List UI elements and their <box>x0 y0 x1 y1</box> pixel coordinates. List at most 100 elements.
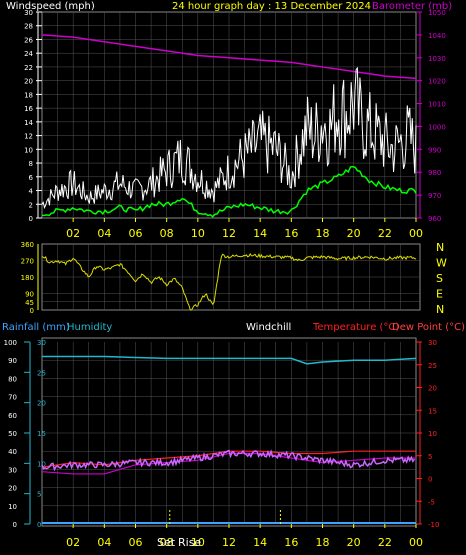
humidity-tick-label: 70 <box>8 394 17 402</box>
compass-label: W <box>436 257 447 270</box>
rainfall-tick-label: 25 <box>37 369 46 377</box>
humidity-tick-label: 90 <box>8 357 17 365</box>
humidity-tick-label: 30 <box>8 466 17 474</box>
rainfall-axis-label: Rainfall (mm) <box>2 322 70 333</box>
sunrise-label: Rise <box>178 536 201 549</box>
windspeed-tick-label: 20 <box>24 78 33 86</box>
barometer-tick-label: 1030 <box>428 55 446 63</box>
rainfall-tick-label: 20 <box>37 400 46 408</box>
hour-tick-label: 20 <box>347 227 361 240</box>
hour-tick-label: 22 <box>378 227 392 240</box>
windspeed-axis-label: Windspeed (mph) <box>6 1 95 12</box>
windspeed-tick-label: 10 <box>24 146 33 154</box>
rainfall-tick-label: 5 <box>37 491 41 499</box>
compass-label: N <box>436 303 444 316</box>
direction-tick-label: 0 <box>30 307 34 315</box>
barometer-tick-label: 1050 <box>428 9 446 17</box>
temperature-tick-label: 25 <box>428 362 437 370</box>
temperature-tick-label: 15 <box>428 407 437 415</box>
rainfall-tick-label: 0 <box>37 521 41 529</box>
windspeed-tick-label: 28 <box>24 23 33 31</box>
windspeed-tick-label: 6 <box>29 174 34 182</box>
weather-graph-canvas: Windspeed (mph) 24 hour graph day : 13 D… <box>2 1 465 549</box>
humidity-tick-label: 20 <box>8 485 17 493</box>
windspeed-tick-label: 4 <box>29 188 34 196</box>
windspeed-tick-label: 8 <box>29 160 33 168</box>
sunset-label: Set <box>157 536 176 549</box>
windspeed-tick-label: 26 <box>24 36 33 44</box>
compass-label: S <box>436 272 443 285</box>
temperature-tick-label: 30 <box>428 339 437 347</box>
humidity-tick-label: 80 <box>8 375 17 383</box>
wind-x-hour-ticks: 02 04 06 08 10 12 14 16 18 20 22 00 <box>66 218 423 240</box>
windspeed-tick-label: 0 <box>29 215 33 223</box>
barometer-tick-label: 980 <box>428 169 441 177</box>
temperature-tick-label: 0 <box>428 476 432 484</box>
hour-tick-label: 12 <box>222 227 236 240</box>
chart-title: 24 hour graph day : 13 December 2024 <box>172 1 371 12</box>
compass-label: N <box>436 241 444 254</box>
temperature-tick-label: -5 <box>428 498 435 506</box>
windspeed-tick-label: 16 <box>24 105 33 113</box>
temperature-y-ticks: -10 -5 0 5 10 15 20 25 30 <box>416 339 439 529</box>
windspeed-tick-label: 2 <box>29 201 33 209</box>
direction-tick-label: 45 <box>25 299 34 307</box>
direction-tick-label: 270 <box>21 258 34 266</box>
barometer-tick-label: 1020 <box>428 78 446 86</box>
barometer-tick-label: 1040 <box>428 32 446 40</box>
hour-tick-label: 14 <box>253 227 267 240</box>
compass-labels: NWSEN <box>436 241 447 316</box>
hour-tick-label: 16 <box>284 227 298 240</box>
hour-tick-label: 00 <box>409 227 423 240</box>
humidity-y-ticks: 0 10 20 30 40 50 60 70 80 90 100 <box>4 339 17 529</box>
barometer-y-ticks: 960 970 980 990 1000 1010 1020 1030 1040 1050 <box>416 9 446 223</box>
temperature-tick-label: 10 <box>428 430 437 438</box>
hour-tick-label: 02 <box>66 227 80 240</box>
windspeed-tick-label: 30 <box>24 9 33 17</box>
humidity-tick-label: 40 <box>8 448 17 456</box>
compass-label: E <box>436 288 443 301</box>
rainfall-tick-label: 15 <box>37 430 46 438</box>
rainfall-tick-label: 30 <box>37 339 46 347</box>
temperature-tick-label: 20 <box>428 385 437 393</box>
temperature-tick-label: -10 <box>428 521 439 529</box>
temperature-tick-label: 5 <box>428 453 432 461</box>
temperature-axis-label: Temperature (°C) <box>312 322 399 333</box>
barometer-tick-label: 990 <box>428 146 441 154</box>
dew-point-axis-label: Dew Point (°C) <box>392 322 465 333</box>
hour-tick-label: 04 <box>97 227 111 240</box>
windspeed-tick-label: 24 <box>24 50 33 58</box>
windspeed-tick-label: 12 <box>24 133 33 141</box>
hour-tick-label: 06 <box>129 227 143 240</box>
windspeed-tick-label: 18 <box>24 91 33 99</box>
hour-tick-label: 14 <box>253 536 267 549</box>
wind-direction-y-ticks: 04590 180 270 360 <box>21 241 39 315</box>
windspeed-tick-label: 22 <box>24 64 33 72</box>
windspeed-y-ticks: 024681012141618202224262830 <box>24 9 42 223</box>
direction-tick-label: 180 <box>21 274 34 282</box>
barometer-tick-label: 960 <box>428 215 441 223</box>
direction-tick-label: 360 <box>21 241 34 249</box>
humidity-tick-label: 50 <box>8 430 17 438</box>
humidity-tick-label: 0 <box>13 521 17 529</box>
direction-tick-label: 90 <box>25 291 34 299</box>
hour-tick-label: 02 <box>66 536 80 549</box>
hour-tick-label: 08 <box>160 227 174 240</box>
hour-tick-label: 22 <box>378 536 392 549</box>
hour-tick-label: 04 <box>97 536 111 549</box>
humidity-tick-label: 60 <box>8 412 17 420</box>
hour-tick-label: 10 <box>191 227 205 240</box>
humidity-tick-label: 10 <box>8 503 17 511</box>
hour-tick-label: 18 <box>316 536 330 549</box>
humidity-tick-label: 100 <box>4 339 17 347</box>
hour-tick-label: 12 <box>222 536 236 549</box>
hour-tick-label: 18 <box>316 227 330 240</box>
hour-tick-label: 20 <box>347 536 361 549</box>
hour-tick-label: 00 <box>409 536 423 549</box>
hour-tick-label: 16 <box>284 536 298 549</box>
humidity-axis-label: Humidity <box>67 322 112 333</box>
barometer-tick-label: 970 <box>428 192 441 200</box>
hour-tick-label: 06 <box>129 536 143 549</box>
barometer-tick-label: 1000 <box>428 123 446 131</box>
barometer-tick-label: 1010 <box>428 101 446 109</box>
